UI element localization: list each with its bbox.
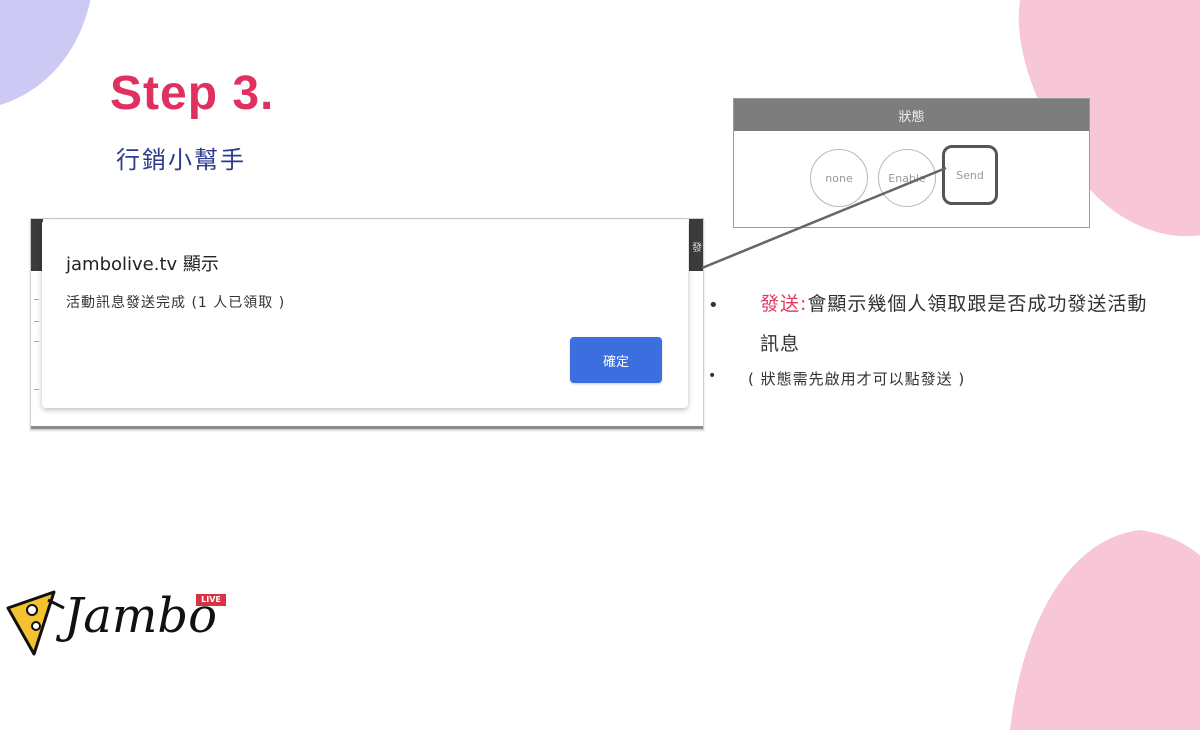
annotation-text: 會顯示幾個人領取跟是否成功發送活動訊息 (760, 293, 1148, 355)
logo-wordmark: Jambo (64, 588, 217, 644)
annotation-bullet: • 發送:會顯示幾個人領取跟是否成功發送活動訊息 (708, 284, 1148, 364)
jambo-logo: Jambo LIVE (6, 588, 231, 658)
annotation-list: • 發送:會顯示幾個人領取跟是否成功發送活動訊息 • ( 狀態需先啟用才可以點發… (708, 284, 1148, 389)
annotation-keyword: 發送: (760, 293, 808, 315)
live-badge: LIVE (196, 594, 226, 606)
annotation-note-text: ( 狀態需先啟用才可以點發送 ) (748, 370, 966, 388)
cheese-pizza-icon (6, 590, 65, 656)
annotation-note: • ( 狀態需先啟用才可以點發送 ) (708, 368, 1148, 389)
bullet-dot: • (708, 295, 720, 316)
bullet-dot: • (708, 368, 718, 384)
